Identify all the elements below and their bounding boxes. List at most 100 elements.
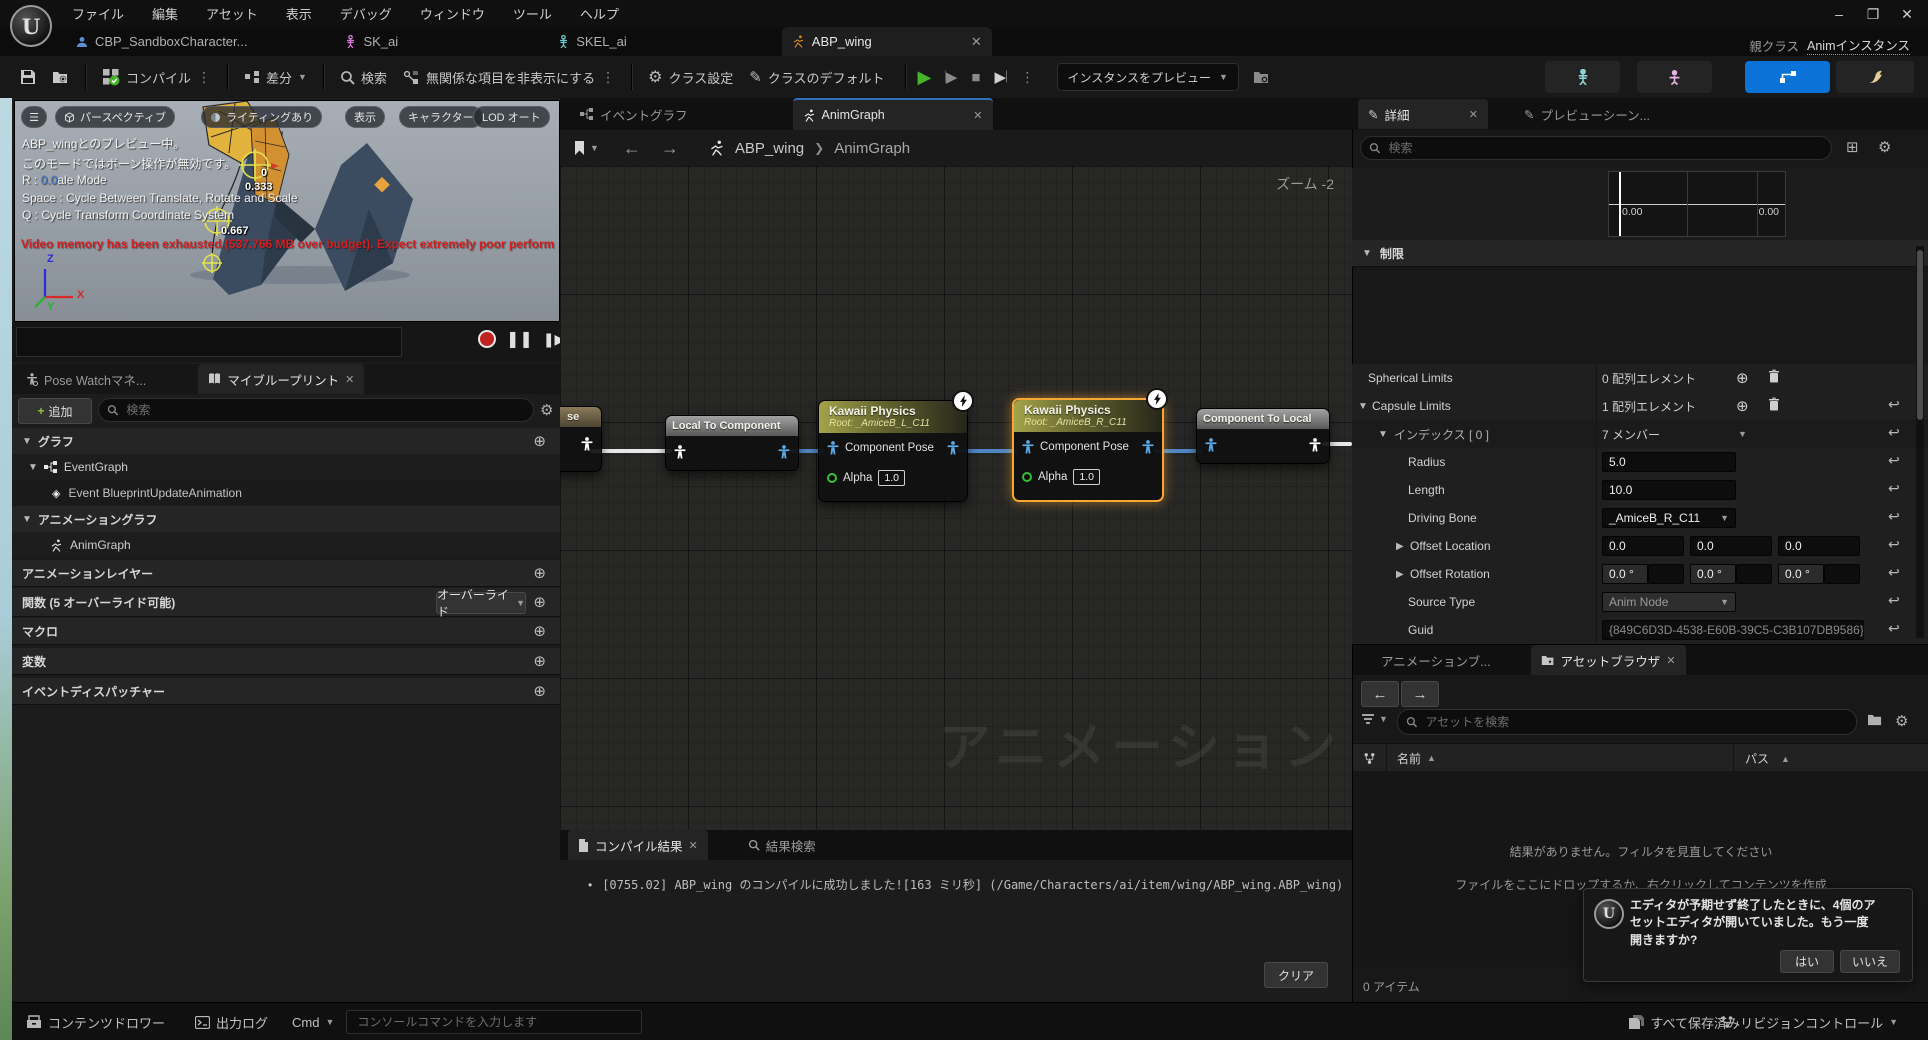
reset-icon[interactable]: ↩ (1888, 508, 1900, 525)
section-graphs[interactable]: ▼ グラフ ⊕ (12, 428, 560, 455)
alpha-pin[interactable] (827, 473, 837, 483)
search-input[interactable] (1423, 714, 1848, 730)
tab-abp-wing[interactable]: ABP_wing ✕ (782, 27, 992, 56)
search-input[interactable] (124, 402, 525, 418)
details-scrollbar[interactable] (1916, 246, 1924, 638)
section-limits[interactable]: ▼ 制限 (1352, 240, 1928, 267)
tab-animation-blueprint[interactable]: アニメーションブ... (1371, 645, 1501, 675)
length-input[interactable]: 10.0 (1602, 480, 1736, 500)
column-path[interactable]: パス (1745, 750, 1769, 767)
content-drawer-button[interactable]: コンテンツドロワー (18, 1007, 173, 1037)
add-macro-icon[interactable]: ⊕ (533, 622, 546, 640)
viewport-show-button[interactable]: 表示 (345, 106, 385, 128)
breadcrumb-root[interactable]: ABP_wing (735, 140, 804, 157)
hide-unrelated-options-icon[interactable]: ⋮ (601, 69, 615, 86)
kawaii-physics-node-left[interactable]: Kawaii Physics Root: _AmiceB_L_C11 Compo… (818, 400, 968, 502)
details-search[interactable] (1360, 136, 1832, 160)
cmd-dropdown[interactable]: Cmd ▼ (284, 1007, 342, 1037)
offset-location-z[interactable]: 0.0 (1778, 536, 1860, 556)
animation-mode-button[interactable] (1836, 61, 1914, 93)
tab-preview-scene[interactable]: ✎ プレビューシーン... (1514, 99, 1660, 129)
menu-tools[interactable]: ツール (499, 0, 566, 27)
tab-close-icon[interactable]: ✕ (1469, 108, 1478, 121)
tab-close-icon[interactable]: ✕ (971, 34, 982, 50)
record-icon[interactable] (478, 330, 496, 348)
reset-icon[interactable]: ↩ (1888, 396, 1900, 413)
skip-icon[interactable]: ▶𝄀 (994, 68, 1006, 86)
class-settings-button[interactable]: ⚙ クラス設定 (640, 62, 741, 92)
forward-arrow-icon[interactable]: → (661, 138, 679, 159)
column-name[interactable]: 名前 (1397, 750, 1421, 767)
stop-icon[interactable]: ■ (971, 69, 980, 86)
reset-icon[interactable]: ↩ (1888, 592, 1900, 609)
gear-icon[interactable]: ⚙ (1878, 138, 1891, 156)
component-pose-in-pin[interactable] (1205, 438, 1217, 452)
offset-location-y[interactable]: 0.0 (1690, 536, 1772, 556)
radius-input[interactable]: 5.0 (1602, 452, 1736, 472)
reset-icon[interactable]: ↩ (1888, 424, 1900, 441)
partial-pose-node[interactable]: se (560, 406, 602, 472)
tab-details[interactable]: ✎ 詳細 ✕ (1358, 99, 1488, 129)
section-macros[interactable]: マクロ ⊕ (12, 618, 560, 645)
breadcrumb-current[interactable]: AnimGraph (834, 140, 910, 157)
yes-button[interactable]: はい (1780, 950, 1834, 973)
compile-button[interactable]: コンパイル ⋮ (94, 62, 219, 92)
viewport-lod-button[interactable]: LOD オート (473, 106, 550, 128)
blueprint-mode-button[interactable] (1745, 61, 1830, 93)
component-pose-in-pin[interactable] (1022, 440, 1034, 454)
debug-object-button[interactable] (1245, 62, 1278, 92)
row-eventgraph[interactable]: ▼ EventGraph (12, 454, 560, 481)
alpha-pin[interactable] (1022, 472, 1032, 482)
myblueprint-search[interactable] (98, 398, 534, 422)
offset-location-x[interactable]: 0.0 (1602, 536, 1684, 556)
output-log-button[interactable]: 出力ログ (187, 1007, 276, 1037)
component-pose-in-pin[interactable] (827, 441, 839, 455)
component-pose-out-pin[interactable] (947, 441, 959, 455)
display-options-icon[interactable]: ⊞ (1846, 138, 1859, 156)
section-animation-graphs[interactable]: ▼ アニメーショングラフ (12, 506, 560, 533)
class-defaults-button[interactable]: ✎ クラスのデフォルト (741, 62, 892, 92)
find-button[interactable]: 検索 (332, 62, 395, 92)
menu-asset[interactable]: アセット (192, 0, 272, 27)
section-variables[interactable]: 変数 ⊕ (12, 648, 560, 675)
collapse-icon[interactable]: ▼ (1358, 401, 1368, 412)
step-forward-icon[interactable]: 𝄀▶ (945, 68, 957, 86)
console-input-box[interactable] (346, 1010, 642, 1034)
section-functions[interactable]: 関数 (5 オーバーライド可能) オーバーライド ▼ ⊕ (12, 588, 560, 617)
curve-cursor[interactable] (1619, 172, 1621, 236)
reset-icon[interactable]: ↩ (1888, 564, 1900, 581)
add-element-icon[interactable]: ⊕ (1736, 397, 1749, 415)
reset-icon[interactable]: ↩ (1888, 620, 1900, 637)
collapse-icon[interactable]: ▼ (1378, 429, 1388, 440)
revision-column-icon[interactable] (1363, 752, 1376, 765)
minimize-button[interactable]: – (1822, 2, 1856, 26)
add-variable-icon[interactable]: ⊕ (533, 652, 546, 670)
gear-icon[interactable]: ⚙ (540, 401, 553, 419)
play-icon[interactable]: ▶ (918, 67, 932, 88)
row-event-blueprintupdateanimation[interactable]: ◈ Event BlueprintUpdateAnimation (12, 480, 560, 507)
animgraph-canvas[interactable]: ズーム -2 アニメーション se Local To Component (560, 166, 1352, 830)
preview-viewport[interactable]: Z X Y ☰ パースペクティブ ライティングあり 表示 キャラクター LOD … (14, 100, 560, 322)
back-arrow-icon[interactable]: ← (623, 138, 641, 159)
timeline-track[interactable] (16, 327, 402, 357)
menu-view[interactable]: 表示 (272, 0, 326, 27)
tab-close-icon[interactable]: ✕ (689, 839, 698, 852)
offset-rotation-z[interactable]: 0.0 ° (1778, 564, 1824, 584)
skeleton-mode-button[interactable] (1545, 61, 1620, 93)
expand-icon[interactable]: ▶ (1396, 541, 1404, 552)
chevron-down-icon[interactable]: ▼ (590, 143, 599, 153)
forward-button[interactable]: → (1401, 681, 1439, 707)
add-element-icon[interactable]: ⊕ (1736, 369, 1749, 387)
tab-close-icon[interactable]: ✕ (345, 373, 354, 386)
viewport-lit-button[interactable]: ライティングあり (201, 106, 322, 128)
alpha-value[interactable]: 1.0 (1073, 469, 1100, 485)
add-graph-icon[interactable]: ⊕ (533, 432, 546, 450)
component-to-local-node[interactable]: Component To Local (1196, 408, 1330, 464)
clear-button[interactable]: クリア (1264, 962, 1328, 988)
component-pose-out-pin[interactable] (778, 445, 790, 459)
compile-options-icon[interactable]: ⋮ (197, 69, 211, 86)
tab-cbp-sandboxcharacter[interactable]: CBP_SandboxCharacter... (66, 27, 257, 56)
parent-class-link[interactable]: Animインスタンス (1807, 35, 1910, 55)
chevron-down-icon[interactable]: ▼ (1738, 429, 1747, 439)
tab-animgraph-doc[interactable]: AnimGraph ✕ (793, 98, 993, 130)
